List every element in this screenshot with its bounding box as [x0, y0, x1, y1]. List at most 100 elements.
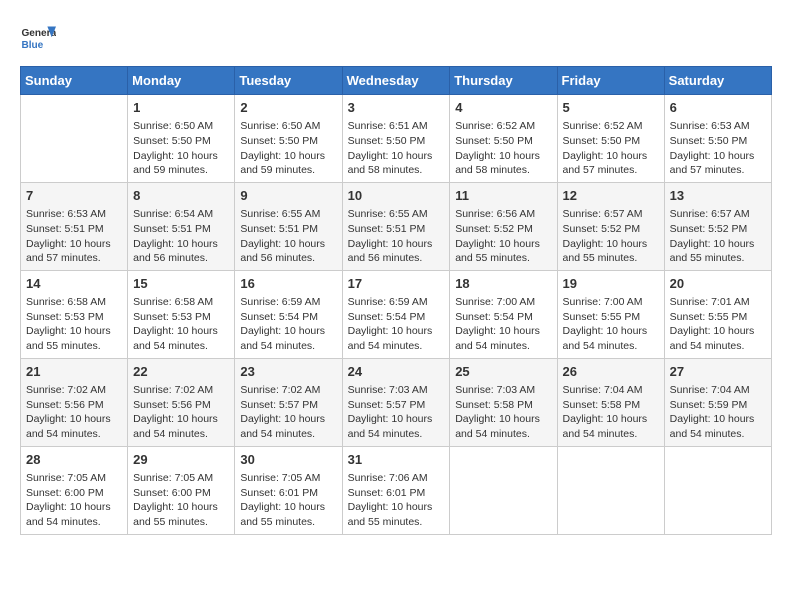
- day-number: 16: [240, 275, 336, 293]
- day-number: 1: [133, 99, 229, 117]
- day-header-friday: Friday: [557, 67, 664, 95]
- calendar-cell: 6Sunrise: 6:53 AMSunset: 5:50 PMDaylight…: [664, 95, 771, 183]
- calendar-cell: 9 Sunrise: 6:55 AMSunset: 5:51 PMDaylight…: [235, 182, 342, 270]
- day-info: Sunrise: 7:02 AMSunset: 5:56 PMDaylight:…: [133, 383, 229, 442]
- calendar-cell: 19 Sunrise: 7:00 AMSunset: 5:55 PMDayligh…: [557, 270, 664, 358]
- day-number: 10: [348, 187, 445, 205]
- day-number: 4: [455, 99, 551, 117]
- day-number: 20: [670, 275, 766, 293]
- day-info: Sunrise: 6:55 AMSunset: 5:51 PMDaylight:…: [240, 207, 336, 266]
- calendar-week-row: 1 Sunrise: 6:50 AMSunset: 5:50 PMDaylight…: [21, 95, 772, 183]
- day-number: 30: [240, 451, 336, 469]
- day-number: 22: [133, 363, 229, 381]
- day-info: Sunrise: 7:05 AMSunset: 6:00 PMDaylight:…: [26, 471, 122, 530]
- calendar-cell: [450, 446, 557, 534]
- calendar-cell: 30 Sunrise: 7:05 AMSunset: 6:01 PMDayligh…: [235, 446, 342, 534]
- logo: GeneralBlue: [20, 20, 56, 56]
- day-info: Sunrise: 6:56 AMSunset: 5:52 PMDaylight:…: [455, 207, 551, 266]
- calendar-cell: [21, 95, 128, 183]
- day-number: 19: [563, 275, 659, 293]
- day-number: 24: [348, 363, 445, 381]
- day-header-sunday: Sunday: [21, 67, 128, 95]
- calendar-cell: 2 Sunrise: 6:50 AMSunset: 5:50 PMDaylight…: [235, 95, 342, 183]
- calendar-cell: 27 Sunrise: 7:04 AMSunset: 5:59 PMDayligh…: [664, 358, 771, 446]
- calendar-cell: 7Sunrise: 6:53 AMSunset: 5:51 PMDaylight…: [21, 182, 128, 270]
- calendar-cell: 1 Sunrise: 6:50 AMSunset: 5:50 PMDaylight…: [128, 95, 235, 183]
- calendar-cell: 10 Sunrise: 6:55 AMSunset: 5:51 PMDayligh…: [342, 182, 450, 270]
- calendar-cell: 15Sunrise: 6:58 AMSunset: 5:53 PMDayligh…: [128, 270, 235, 358]
- day-info: Sunrise: 6:58 AMSunset: 5:53 PMDaylight:…: [133, 295, 229, 354]
- svg-text:Blue: Blue: [21, 40, 43, 51]
- calendar-cell: 29 Sunrise: 7:05 AMSunset: 6:00 PMDayligh…: [128, 446, 235, 534]
- day-info: Sunrise: 7:05 AMSunset: 6:01 PMDaylight:…: [240, 471, 336, 530]
- day-number: 2: [240, 99, 336, 117]
- calendar-cell: 18Sunrise: 7:00 AMSunset: 5:54 PMDayligh…: [450, 270, 557, 358]
- day-number: 26: [563, 363, 659, 381]
- day-info: Sunrise: 6:50 AMSunset: 5:50 PMDaylight:…: [133, 119, 229, 178]
- day-info: Sunrise: 6:59 AMSunset: 5:54 PMDaylight:…: [240, 295, 336, 354]
- day-info: Sunrise: 6:50 AMSunset: 5:50 PMDaylight:…: [240, 119, 336, 178]
- calendar-cell: 20 Sunrise: 7:01 AMSunset: 5:55 PMDayligh…: [664, 270, 771, 358]
- calendar-cell: 22 Sunrise: 7:02 AMSunset: 5:56 PMDayligh…: [128, 358, 235, 446]
- calendar-cell: 23 Sunrise: 7:02 AMSunset: 5:57 PMDayligh…: [235, 358, 342, 446]
- calendar-cell: 26Sunrise: 7:04 AMSunset: 5:58 PMDayligh…: [557, 358, 664, 446]
- day-number: 21: [26, 363, 122, 381]
- day-info: Sunrise: 7:03 AMSunset: 5:58 PMDaylight:…: [455, 383, 551, 442]
- page-header: GeneralBlue: [20, 20, 772, 56]
- day-info: Sunrise: 7:02 AMSunset: 5:56 PMDaylight:…: [26, 383, 122, 442]
- calendar-cell: [664, 446, 771, 534]
- day-info: Sunrise: 6:51 AMSunset: 5:50 PMDaylight:…: [348, 119, 445, 178]
- day-info: Sunrise: 7:04 AMSunset: 5:59 PMDaylight:…: [670, 383, 766, 442]
- day-header-monday: Monday: [128, 67, 235, 95]
- calendar-cell: 31 Sunrise: 7:06 AMSunset: 6:01 PMDayligh…: [342, 446, 450, 534]
- day-number: 12: [563, 187, 659, 205]
- day-header-tuesday: Tuesday: [235, 67, 342, 95]
- day-number: 25: [455, 363, 551, 381]
- calendar-cell: 28 Sunrise: 7:05 AMSunset: 6:00 PMDayligh…: [21, 446, 128, 534]
- calendar-cell: 8 Sunrise: 6:54 AMSunset: 5:51 PMDaylight…: [128, 182, 235, 270]
- calendar-week-row: 7Sunrise: 6:53 AMSunset: 5:51 PMDaylight…: [21, 182, 772, 270]
- calendar-cell: 24 Sunrise: 7:03 AMSunset: 5:57 PMDayligh…: [342, 358, 450, 446]
- calendar-cell: 13 Sunrise: 6:57 AMSunset: 5:52 PMDayligh…: [664, 182, 771, 270]
- day-number: 11: [455, 187, 551, 205]
- calendar-cell: 17Sunrise: 6:59 AMSunset: 5:54 PMDayligh…: [342, 270, 450, 358]
- day-info: Sunrise: 7:06 AMSunset: 6:01 PMDaylight:…: [348, 471, 445, 530]
- day-info: Sunrise: 7:01 AMSunset: 5:55 PMDaylight:…: [670, 295, 766, 354]
- day-info: Sunrise: 6:57 AMSunset: 5:52 PMDaylight:…: [563, 207, 659, 266]
- calendar-cell: 4Sunrise: 6:52 AMSunset: 5:50 PMDaylight…: [450, 95, 557, 183]
- day-number: 13: [670, 187, 766, 205]
- day-number: 18: [455, 275, 551, 293]
- calendar-week-row: 14 Sunrise: 6:58 AMSunset: 5:53 PMDayligh…: [21, 270, 772, 358]
- day-number: 5: [563, 99, 659, 117]
- day-header-thursday: Thursday: [450, 67, 557, 95]
- day-number: 14: [26, 275, 122, 293]
- calendar-header-row: SundayMondayTuesdayWednesdayThursdayFrid…: [21, 67, 772, 95]
- day-info: Sunrise: 6:58 AMSunset: 5:53 PMDaylight:…: [26, 295, 122, 354]
- day-info: Sunrise: 7:03 AMSunset: 5:57 PMDaylight:…: [348, 383, 445, 442]
- day-number: 27: [670, 363, 766, 381]
- day-number: 9: [240, 187, 336, 205]
- day-number: 29: [133, 451, 229, 469]
- day-info: Sunrise: 6:54 AMSunset: 5:51 PMDaylight:…: [133, 207, 229, 266]
- day-number: 31: [348, 451, 445, 469]
- day-info: Sunrise: 6:52 AMSunset: 5:50 PMDaylight:…: [563, 119, 659, 178]
- day-number: 8: [133, 187, 229, 205]
- calendar-cell: 3Sunrise: 6:51 AMSunset: 5:50 PMDaylight…: [342, 95, 450, 183]
- day-number: 17: [348, 275, 445, 293]
- day-info: Sunrise: 7:02 AMSunset: 5:57 PMDaylight:…: [240, 383, 336, 442]
- day-info: Sunrise: 7:00 AMSunset: 5:55 PMDaylight:…: [563, 295, 659, 354]
- day-number: 23: [240, 363, 336, 381]
- day-header-wednesday: Wednesday: [342, 67, 450, 95]
- calendar-cell: [557, 446, 664, 534]
- day-info: Sunrise: 6:57 AMSunset: 5:52 PMDaylight:…: [670, 207, 766, 266]
- calendar-cell: 11 Sunrise: 6:56 AMSunset: 5:52 PMDayligh…: [450, 182, 557, 270]
- day-info: Sunrise: 6:55 AMSunset: 5:51 PMDaylight:…: [348, 207, 445, 266]
- day-info: Sunrise: 7:05 AMSunset: 6:00 PMDaylight:…: [133, 471, 229, 530]
- day-number: 28: [26, 451, 122, 469]
- calendar-cell: 12 Sunrise: 6:57 AMSunset: 5:52 PMDayligh…: [557, 182, 664, 270]
- calendar-cell: 25 Sunrise: 7:03 AMSunset: 5:58 PMDayligh…: [450, 358, 557, 446]
- logo-icon: GeneralBlue: [20, 20, 56, 56]
- day-number: 6: [670, 99, 766, 117]
- calendar-table: SundayMondayTuesdayWednesdayThursdayFrid…: [20, 66, 772, 535]
- day-number: 7: [26, 187, 122, 205]
